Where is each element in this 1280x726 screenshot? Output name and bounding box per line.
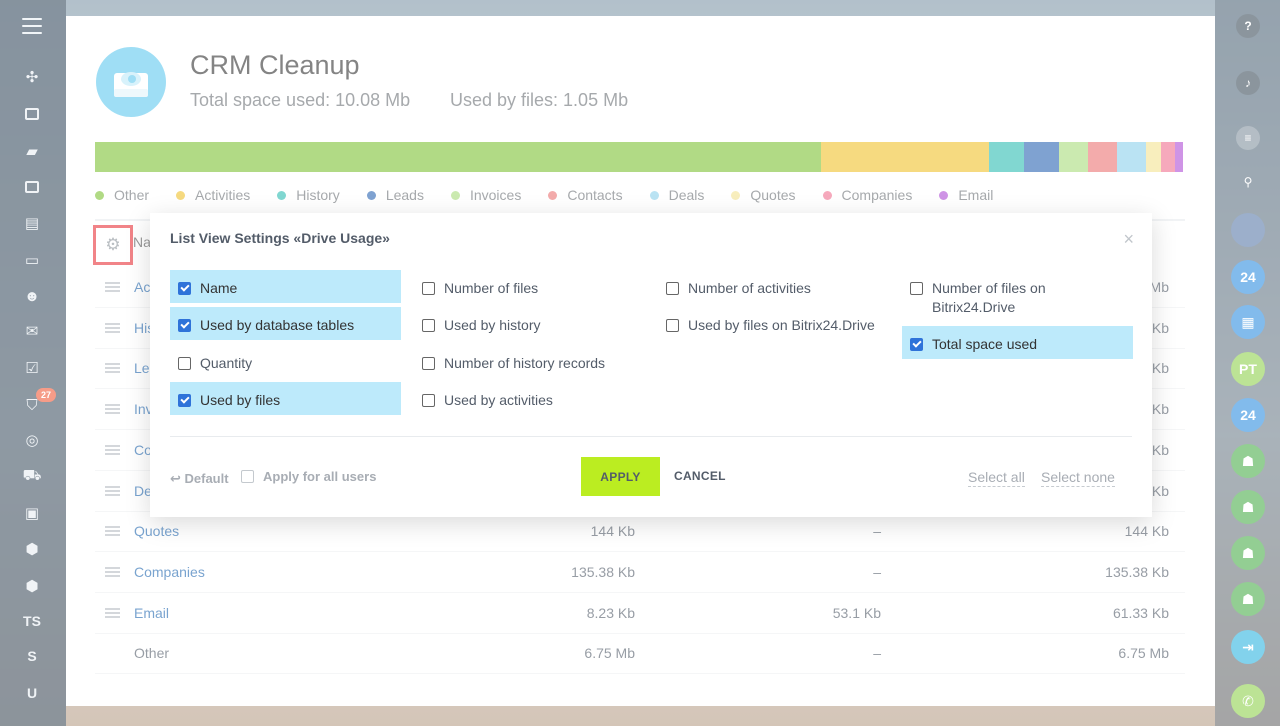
- option-label: Quantity: [200, 355, 253, 371]
- option-checkbox[interactable]: [178, 319, 191, 332]
- option-label: Used by activities: [444, 392, 553, 408]
- option-checkbox[interactable]: [178, 394, 191, 407]
- column-option[interactable]: Used by files on Bitrix24.Drive: [658, 307, 889, 340]
- select-all-link[interactable]: Select all: [968, 469, 1025, 487]
- apply-all-checkbox[interactable]: [241, 470, 254, 483]
- column-option[interactable]: Number of files on Bitrix24.Drive: [902, 270, 1133, 315]
- option-label: Number of history records: [444, 355, 606, 371]
- list-view-settings-dialog: List View Settings «Drive Usage» × Name U…: [150, 213, 1152, 517]
- column-option[interactable]: Quantity: [170, 345, 401, 378]
- option-label: Number of files: [444, 280, 539, 296]
- option-label: Used by database tables: [200, 317, 355, 333]
- option-label: Used by files: [200, 392, 281, 408]
- dialog-divider: [170, 436, 1132, 437]
- apply-all-label: Apply for all users: [263, 469, 377, 484]
- option-checkbox[interactable]: [422, 394, 435, 407]
- column-option[interactable]: Used by database tables: [170, 307, 401, 340]
- option-checkbox[interactable]: [422, 357, 435, 370]
- column-option[interactable]: Number of files: [414, 270, 645, 303]
- select-none-link[interactable]: Select none: [1041, 469, 1115, 487]
- option-checkbox[interactable]: [178, 357, 191, 370]
- option-checkbox[interactable]: [910, 338, 923, 351]
- column-option[interactable]: Number of history records: [414, 345, 645, 378]
- column-option[interactable]: Name: [170, 270, 401, 303]
- cancel-button[interactable]: CANCEL: [674, 469, 726, 483]
- close-icon[interactable]: ×: [1123, 229, 1134, 250]
- option-label: Number of activities: [688, 280, 811, 296]
- option-label: Total space used: [932, 336, 1038, 352]
- option-label: Used by history: [444, 317, 541, 333]
- dialog-title: List View Settings «Drive Usage»: [170, 230, 390, 246]
- column-option[interactable]: Number of activities: [658, 270, 889, 303]
- option-checkbox[interactable]: [422, 319, 435, 332]
- option-label: Name: [200, 280, 238, 296]
- column-option[interactable]: Used by activities: [414, 382, 645, 415]
- column-option[interactable]: Used by history: [414, 307, 645, 340]
- option-label: Number of files on Bitrix24.Drive: [932, 280, 1046, 315]
- apply-for-all-users[interactable]: Apply for all users: [241, 469, 376, 484]
- column-option[interactable]: Used by files: [170, 382, 401, 415]
- option-checkbox[interactable]: [666, 282, 679, 295]
- apply-button[interactable]: APPLY: [581, 457, 660, 496]
- option-checkbox[interactable]: [666, 319, 679, 332]
- option-label: Used by files on Bitrix24.Drive: [688, 317, 875, 333]
- default-link[interactable]: ↩ Default: [170, 471, 229, 487]
- column-option[interactable]: Total space used: [902, 326, 1133, 359]
- option-checkbox[interactable]: [422, 282, 435, 295]
- option-checkbox[interactable]: [910, 282, 923, 295]
- option-checkbox[interactable]: [178, 282, 191, 295]
